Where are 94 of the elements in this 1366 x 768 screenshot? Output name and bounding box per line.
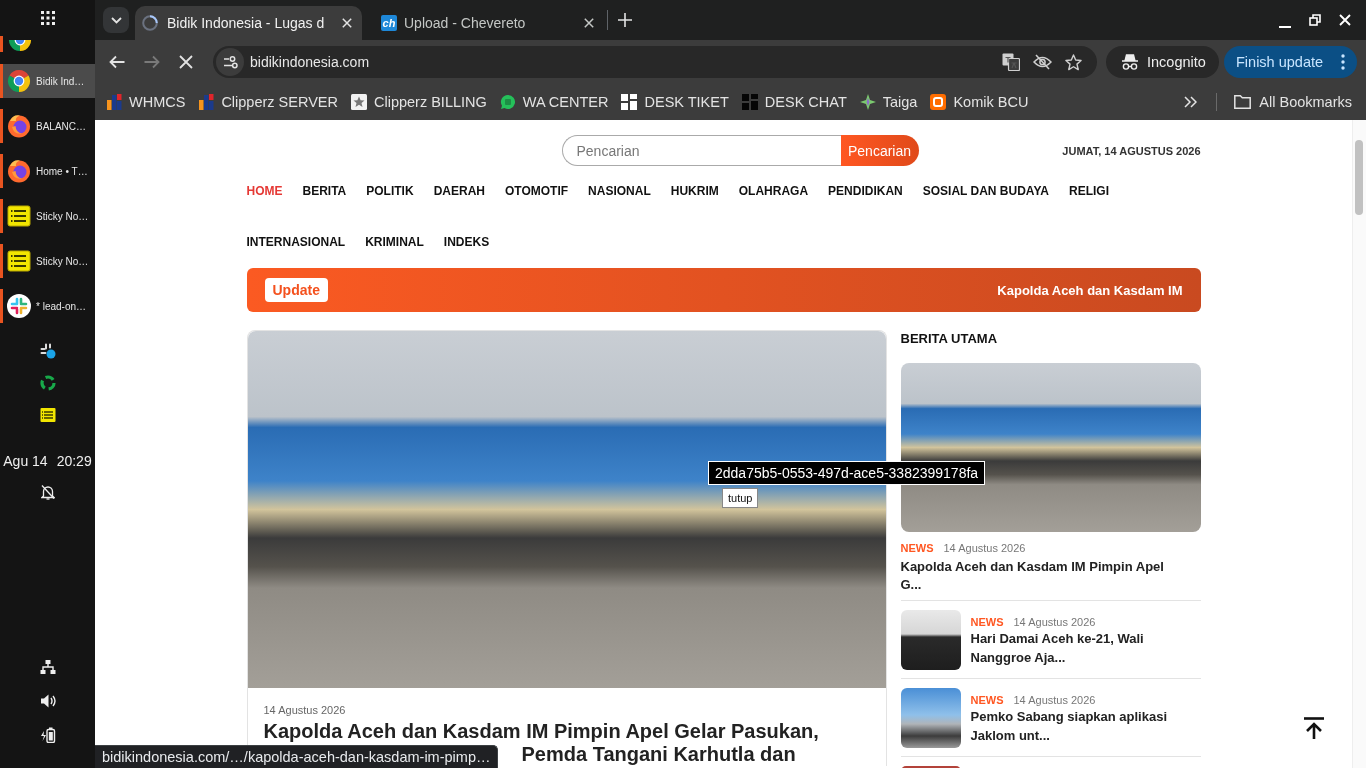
- all-bookmarks-button[interactable]: All Bookmarks: [1234, 94, 1352, 110]
- hint-tooltip: tutup: [722, 488, 759, 508]
- news-title[interactable]: Pemko Sabang siapkan aplikasi Jaklom unt...: [970, 707, 1201, 745]
- close-icon[interactable]: [584, 18, 594, 28]
- nav-link[interactable]: HUKRIM: [670, 166, 719, 217]
- loading-icon: [142, 15, 158, 31]
- search-button[interactable]: Pencarian: [840, 135, 919, 166]
- nav-link[interactable]: OTOMOTIF: [504, 166, 569, 217]
- star-icon[interactable]: [1065, 53, 1082, 71]
- tab-search-button[interactable]: [103, 7, 129, 33]
- update-button[interactable]: Finish update: [1224, 46, 1357, 78]
- ring-icon: [7, 69, 31, 93]
- bookmark-link[interactable]: Clipperz BILLING: [346, 88, 492, 116]
- search-field[interactable]: Pencarian: [561, 135, 841, 166]
- photo-placeholder: [900, 610, 961, 670]
- news-date: 14 Agustus 2026: [1013, 693, 1096, 707]
- photo-placeholder: [900, 688, 961, 748]
- sparkle-icon: [859, 94, 876, 110]
- nav-link[interactable]: POLITIK: [366, 166, 414, 217]
- blocks-icon: [621, 94, 638, 110]
- id-tooltip: 2dda75b5-0553-497d-ace5-3382399178fa: [708, 461, 986, 485]
- nav-link[interactable]: RELIGI: [1069, 166, 1110, 217]
- date-text: JUMAT, 14 AGUSTUS 2026: [1062, 144, 1201, 157]
- site-logo: ch: [381, 15, 397, 31]
- address-bar[interactable]: bidikindonesia.com: [213, 46, 1097, 78]
- note-icon: [7, 204, 31, 228]
- ticker-headline[interactable]: Kapolda Aceh dan Kasdam IM: [997, 282, 1183, 298]
- bookmark-link[interactable]: WA CENTER: [494, 88, 614, 116]
- nav-link[interactable]: OLAHRAGA: [738, 166, 809, 217]
- double-chevron-icon[interactable]: [1184, 96, 1198, 108]
- network-icon[interactable]: [39, 659, 56, 675]
- news-date: 14 Agustus 2026: [943, 541, 1026, 555]
- bookmark-link[interactable]: WHMCS: [101, 88, 191, 116]
- clock-time[interactable]: 20:29: [56, 453, 92, 469]
- blocks-icon: [741, 94, 758, 110]
- chat-bubble-icon: [499, 94, 516, 110]
- article-headline[interactable]: Kapolda Aceh dan Kasdam IM Pimpin Apel Gelar Pasukan,: [263, 720, 870, 743]
- bookmark-link[interactable]: Taiga: [854, 88, 923, 116]
- browser-tab[interactable]: ch Upload - Chevereto: [370, 6, 605, 40]
- bell-off-icon[interactable]: [40, 484, 55, 500]
- translate-icon[interactable]: [1002, 53, 1020, 71]
- tune-icon[interactable]: [216, 48, 244, 76]
- tile-icon: [930, 94, 947, 110]
- nav-link[interactable]: BERITA: [302, 166, 347, 217]
- pinwheel-icon: [7, 294, 31, 318]
- bookmark-link[interactable]: Clipperz SERVER: [193, 88, 343, 116]
- bars-icon: [106, 94, 122, 110]
- news-date: 14 Agustus 2026: [1013, 615, 1096, 629]
- speaker-icon[interactable]: [39, 693, 56, 709]
- apps-grid-icon[interactable]: [40, 11, 55, 25]
- bookmark-link[interactable]: Komik BCU: [925, 88, 1034, 116]
- nav-link[interactable]: HOME: [246, 166, 283, 217]
- section-title: BERITA UTAMA: [900, 330, 999, 348]
- news-title[interactable]: Kapolda Aceh dan Kasdam IM Pimpin Apel G...: [900, 558, 1186, 594]
- profile-button[interactable]: Incognito: [1106, 46, 1219, 78]
- plus-icon[interactable]: [618, 13, 632, 27]
- restore-icon[interactable]: [1309, 14, 1321, 26]
- status-url: bidikindonesia.com/…/kapolda-aceh-dan-kasdam-im-pimp…: [95, 745, 499, 768]
- x-icon[interactable]: [179, 55, 193, 69]
- recycle-icon[interactable]: [39, 375, 56, 391]
- pinwheel-icon[interactable]: [39, 343, 56, 359]
- flame-icon: [7, 114, 31, 138]
- article-date: 14 Agustus 2026: [263, 703, 347, 717]
- star-tile-icon: [351, 94, 367, 110]
- scrollbar-thumb[interactable]: [1355, 140, 1363, 215]
- bars-icon: [198, 94, 215, 110]
- hat-glasses-icon: [1121, 54, 1139, 70]
- news-title[interactable]: Hari Damai Aceh ke-21, Wali Nanggroe Aja...: [970, 629, 1201, 667]
- article-headline[interactable]: Pemda Tangani Karhutla dan: [521, 743, 796, 765]
- eye-off-icon[interactable]: [1033, 54, 1052, 70]
- chevron-down-icon: [110, 16, 122, 24]
- nav-link[interactable]: NASIONAL: [588, 166, 651, 217]
- nav-link[interactable]: SOSIAL DAN BUDAYA: [922, 166, 1049, 217]
- update-label: Update: [264, 278, 328, 302]
- note-icon[interactable]: [39, 407, 56, 423]
- ring-icon[interactable]: [8, 40, 32, 52]
- back-arrow-icon[interactable]: [109, 55, 125, 69]
- dock-item[interactable]: Bidik Ind…: [0, 64, 95, 98]
- battery-icon[interactable]: [39, 727, 56, 743]
- nav-link[interactable]: DAERAH: [433, 166, 485, 217]
- nav-link[interactable]: INTERNASIONAL: [246, 217, 346, 268]
- dots-icon[interactable]: [1341, 54, 1345, 70]
- note-icon: [7, 249, 31, 273]
- clock-date[interactable]: Agu 14: [3, 453, 48, 469]
- nav-link[interactable]: PENDIDIKAN: [828, 166, 903, 217]
- arrow-up-icon[interactable]: [1303, 717, 1325, 739]
- bookmark-link[interactable]: DESK CHAT: [736, 88, 852, 116]
- bookmark-link[interactable]: DESK TIKET: [616, 88, 734, 116]
- close-icon[interactable]: [342, 18, 352, 28]
- folder-icon: [1234, 95, 1252, 109]
- flame-icon: [7, 159, 31, 183]
- browser-tab[interactable]: Bidik Indonesia - Lugas d: [135, 6, 362, 40]
- nav-link[interactable]: KRIMINAL: [365, 217, 424, 268]
- nav-link[interactable]: INDEKS: [443, 217, 490, 268]
